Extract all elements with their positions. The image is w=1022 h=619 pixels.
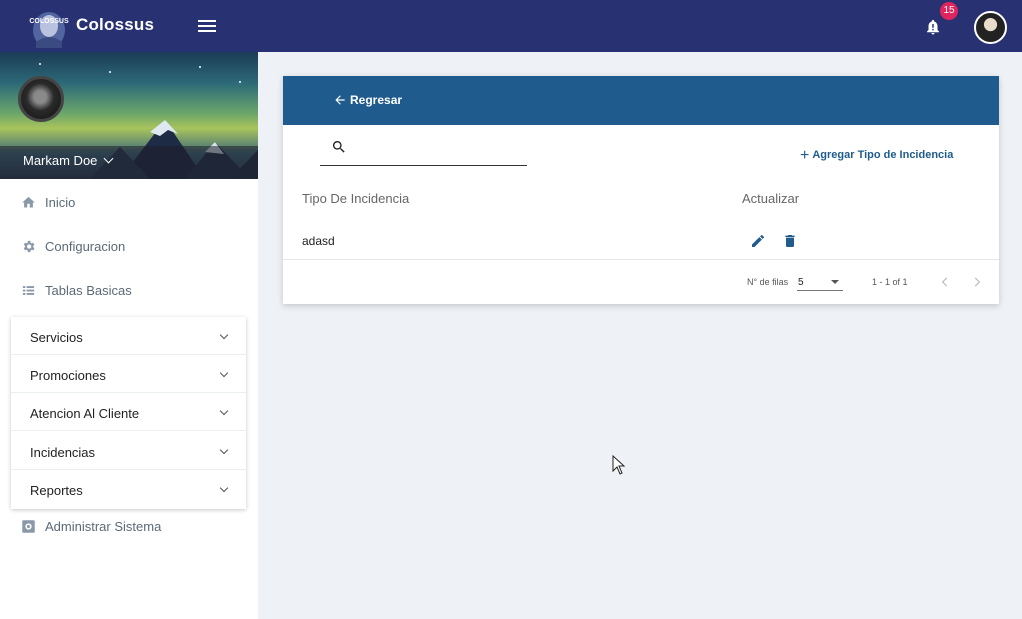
profile-user-name: Markam Doe	[23, 153, 98, 168]
next-page-icon[interactable]	[970, 274, 984, 290]
gear-icon	[23, 240, 35, 253]
submenu-item-label: Servicios	[30, 330, 83, 345]
search-icon	[332, 141, 345, 153]
pagination-range: 1 - 1 of 1	[872, 277, 908, 287]
chevron-down-icon	[103, 153, 114, 164]
chevron-down-icon	[219, 368, 229, 378]
submenu-item-reportes[interactable]: Reportes	[11, 470, 246, 508]
profile-user-menu[interactable]: Markam Doe	[23, 153, 114, 168]
top-app-bar: COLOSSUS Colossus 15	[0, 0, 1022, 52]
svg-text:COLOSSUS: COLOSSUS	[29, 18, 69, 25]
plus-icon: +	[800, 147, 810, 164]
notifications-bell-icon[interactable]	[924, 18, 942, 36]
chevron-down-icon	[219, 330, 229, 340]
submenu-item-promociones[interactable]: Promociones	[11, 355, 246, 393]
delete-icon[interactable]	[782, 233, 798, 249]
arrow-left-icon	[335, 95, 345, 105]
colossus-logo: COLOSSUS	[29, 12, 69, 48]
search-input[interactable]	[354, 137, 519, 159]
search-field[interactable]	[320, 131, 527, 166]
hamburger-menu-icon[interactable]	[198, 18, 216, 34]
chevron-down-icon	[219, 406, 229, 416]
notification-count-badge: 15	[940, 2, 958, 20]
home-icon	[22, 196, 35, 208]
incidence-types-card: Regresar + Agregar Tipo de Incidencia Tip…	[283, 76, 999, 304]
edit-icon[interactable]	[750, 233, 766, 249]
tablas-basicas-submenu: Servicios Promociones Atencion Al Client…	[11, 317, 246, 509]
back-button[interactable]: Regresar	[333, 93, 402, 107]
submenu-item-label: Incidencias	[30, 445, 96, 460]
submenu-item-label: Atencion Al Cliente	[30, 406, 140, 421]
list-icon	[22, 286, 35, 295]
table-row-divider	[283, 259, 999, 260]
rows-per-page-value: 5	[798, 277, 804, 288]
add-incidence-type-button[interactable]: + Agregar Tipo de Incidencia	[800, 145, 954, 164]
caret-down-icon	[831, 280, 839, 284]
column-header-actualizar: Actualizar	[742, 191, 800, 206]
sidebar-item-label: Tablas Basicas	[45, 283, 132, 298]
settings-box-icon	[22, 520, 35, 533]
submenu-item-incidencias[interactable]: Incidencias	[11, 432, 246, 470]
chevron-down-icon	[219, 483, 229, 493]
sidebar-item-administrar-sistema[interactable]: Administrar Sistema	[0, 506, 258, 546]
sidebar-item-configuracion[interactable]: Configuracion	[0, 226, 258, 266]
submenu-item-servicios[interactable]: Servicios	[11, 317, 246, 355]
sidebar-item-inicio[interactable]: Inicio	[0, 182, 258, 222]
submenu-item-label: Reportes	[30, 483, 83, 498]
chevron-down-icon	[219, 445, 229, 455]
sidebar-item-tablas-basicas[interactable]: Tablas Basicas	[0, 270, 258, 310]
table-cell-tipo: adasd	[302, 234, 335, 248]
mouse-pointer-icon	[612, 455, 626, 475]
submenu-item-label: Promociones	[30, 368, 106, 383]
rows-per-page-select[interactable]: 5	[797, 274, 843, 291]
sidebar: Markam Doe Inicio Configuracion Tablas B…	[0, 52, 258, 619]
user-avatar[interactable]	[974, 11, 1007, 44]
previous-page-icon[interactable]	[938, 274, 952, 290]
app-brand: Colossus	[76, 15, 155, 34]
profile-avatar	[18, 76, 64, 122]
column-header-tipo: Tipo De Incidencia	[302, 191, 410, 206]
sidebar-item-label: Administrar Sistema	[45, 519, 162, 534]
sidebar-item-label: Configuracion	[45, 239, 126, 254]
submenu-item-atencion-al-cliente[interactable]: Atencion Al Cliente	[11, 393, 246, 431]
back-button-label: Regresar	[350, 93, 403, 107]
sidebar-item-label: Inicio	[45, 195, 76, 210]
add-button-label: Agregar Tipo de Incidencia	[812, 149, 954, 161]
rows-per-page-label: N° de filas	[747, 277, 789, 287]
card-header: Regresar	[283, 76, 999, 125]
